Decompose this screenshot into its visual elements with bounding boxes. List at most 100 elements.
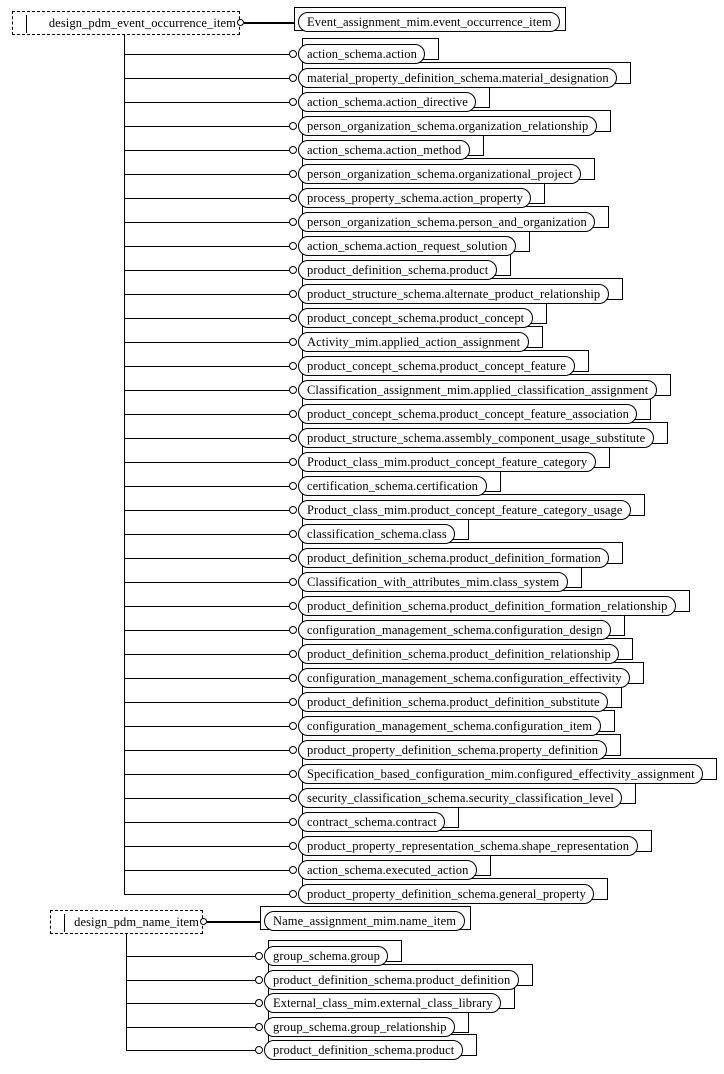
branch-line bbox=[124, 198, 289, 199]
branch-stub bbox=[289, 794, 297, 802]
item-label: material_property_definition_schema.mate… bbox=[307, 70, 609, 85]
branch-stub bbox=[289, 434, 297, 442]
connector-socket bbox=[237, 19, 244, 26]
item-capsule: group_schema.group_relationship bbox=[264, 1017, 455, 1037]
branch-stub bbox=[289, 386, 297, 394]
branch-line bbox=[124, 246, 289, 247]
item-capsule: configuration_management_schema.configur… bbox=[298, 668, 630, 688]
branch-line bbox=[124, 798, 289, 799]
branch-stub bbox=[289, 650, 297, 658]
item-capsule: process_property_schema.action_property bbox=[298, 188, 531, 208]
item-capsule: product_property_definition_schema.gener… bbox=[298, 884, 594, 904]
branch-line bbox=[126, 1003, 255, 1004]
item-capsule: configuration_management_schema.configur… bbox=[298, 716, 601, 736]
item-label: product_structure_schema.alternate_produ… bbox=[307, 286, 601, 301]
branch-line bbox=[124, 294, 289, 295]
connector-socket bbox=[200, 918, 207, 925]
branch-line bbox=[124, 318, 289, 319]
branch-line bbox=[124, 486, 289, 487]
item-label: action_schema.action_method bbox=[307, 142, 462, 157]
branch-line bbox=[124, 222, 289, 223]
item-capsule: product_concept_schema.product_concept_f… bbox=[298, 404, 637, 424]
item-capsule: product_definition_schema.product_defini… bbox=[298, 692, 608, 712]
item-capsule: action_schema.action bbox=[298, 44, 425, 64]
branch-line bbox=[124, 174, 289, 175]
branch-line bbox=[124, 726, 289, 727]
item-label: product_definition_schema.product_defini… bbox=[307, 550, 601, 565]
branch-stub bbox=[289, 290, 297, 298]
select-type-label: design_pdm_event_occurrence_item bbox=[48, 15, 236, 30]
item-capsule: product_definition_schema.product_defini… bbox=[298, 548, 609, 568]
item-label: group_schema.group_relationship bbox=[273, 1019, 447, 1034]
branch-line bbox=[124, 894, 289, 895]
item-capsule: security_classification_schema.security_… bbox=[298, 788, 622, 808]
item-capsule: product_structure_schema.alternate_produ… bbox=[298, 284, 609, 304]
branch-stub bbox=[289, 890, 297, 898]
item-label: configuration_management_schema.configur… bbox=[307, 622, 603, 637]
branch-stub bbox=[289, 866, 297, 874]
branch-line bbox=[124, 438, 289, 439]
branch-stub bbox=[289, 314, 297, 322]
branch-line bbox=[124, 534, 289, 535]
branch-stub bbox=[255, 1046, 263, 1054]
item-label: product_concept_schema.product_concept_f… bbox=[307, 358, 567, 373]
branch-line bbox=[124, 654, 289, 655]
branch-line bbox=[126, 980, 255, 981]
item-capsule: Name_assignment_mim.name_item bbox=[264, 911, 465, 931]
trunk-line bbox=[126, 934, 127, 1050]
item-label: product_definition_schema.product_defini… bbox=[307, 646, 611, 661]
branch-line bbox=[124, 54, 289, 55]
item-label: certification_schema.certification bbox=[307, 478, 479, 493]
branch-line bbox=[124, 462, 289, 463]
item-label: action_schema.action bbox=[307, 46, 417, 61]
branch-line bbox=[124, 822, 289, 823]
branch-stub bbox=[289, 554, 297, 562]
branch-stub bbox=[289, 410, 297, 418]
item-label: product_structure_schema.assembly_compon… bbox=[307, 430, 646, 445]
item-label: Product_class_mim.product_concept_featur… bbox=[307, 454, 588, 469]
diagram-canvas: design_pdm_event_occurrence_item Event_as… bbox=[0, 0, 724, 1074]
branch-line bbox=[124, 582, 289, 583]
item-label: product_property_representation_schema.s… bbox=[307, 838, 630, 853]
branch-line bbox=[124, 78, 289, 79]
branch-stub bbox=[289, 506, 297, 514]
branch-line bbox=[126, 1027, 255, 1028]
branch-line bbox=[124, 630, 289, 631]
item-capsule: action_schema.action_method bbox=[298, 140, 470, 160]
branch-stub bbox=[289, 698, 297, 706]
branch-line bbox=[124, 870, 289, 871]
branch-stub bbox=[289, 338, 297, 346]
branch-line bbox=[124, 558, 289, 559]
item-capsule: product_concept_schema.product_concept_f… bbox=[298, 356, 575, 376]
item-label: product_property_definition_schema.gener… bbox=[307, 886, 586, 901]
item-label: group_schema.group bbox=[273, 948, 380, 963]
branch-line bbox=[124, 150, 289, 151]
item-label: product_definition_schema.product_defini… bbox=[307, 598, 668, 613]
branch-line bbox=[124, 678, 289, 679]
item-capsule: product_concept_schema.product_concept bbox=[298, 308, 533, 328]
branch-line bbox=[124, 702, 289, 703]
branch-line bbox=[124, 342, 289, 343]
item-capsule: contract_schema.contract bbox=[298, 812, 445, 832]
branch-stub bbox=[289, 818, 297, 826]
primary-connector bbox=[244, 22, 298, 24]
item-label: product_definition_schema.product_defini… bbox=[307, 694, 600, 709]
branch-line bbox=[124, 390, 289, 391]
item-capsule: person_organization_schema.organization_… bbox=[298, 116, 597, 136]
branch-line bbox=[124, 606, 289, 607]
branch-stub bbox=[289, 674, 297, 682]
item-capsule: product_definition_schema.product bbox=[264, 1040, 463, 1060]
item-label: contract_schema.contract bbox=[307, 814, 437, 829]
branch-stub bbox=[289, 578, 297, 586]
item-capsule: product_definition_schema.product_defini… bbox=[264, 970, 519, 990]
item-label: security_classification_schema.security_… bbox=[307, 790, 614, 805]
item-label: Activity_mim.applied_action_assignment bbox=[307, 334, 521, 349]
item-capsule: configuration_management_schema.configur… bbox=[298, 620, 611, 640]
item-label: Name_assignment_mim.name_item bbox=[273, 913, 457, 928]
item-label: action_schema.action_request_solution bbox=[307, 238, 508, 253]
item-capsule: product_property_representation_schema.s… bbox=[298, 836, 638, 856]
branch-stub bbox=[289, 530, 297, 538]
item-label: action_schema.executed_action bbox=[307, 862, 469, 877]
item-capsule: action_schema.executed_action bbox=[298, 860, 477, 880]
item-label: person_organization_schema.organization_… bbox=[307, 118, 589, 133]
